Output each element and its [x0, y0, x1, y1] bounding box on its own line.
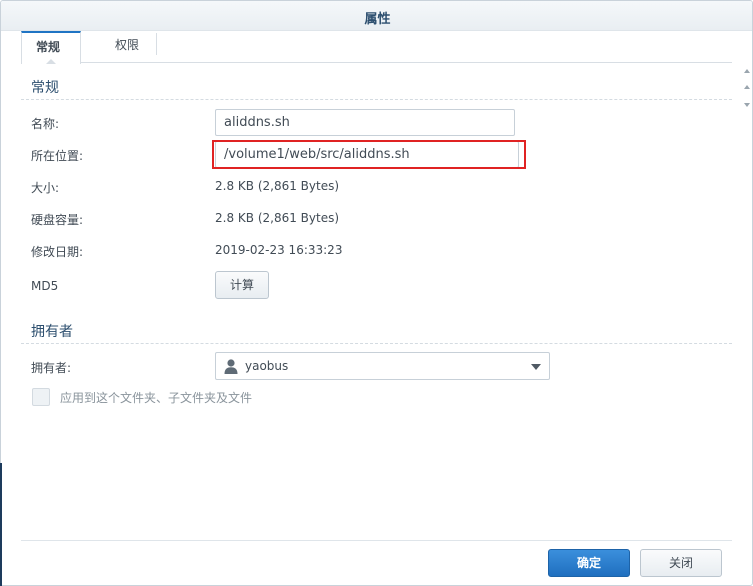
- general-section-divider: [21, 99, 732, 100]
- scrollbar-arrows-icon: [744, 69, 750, 107]
- tab-general[interactable]: 常规: [21, 31, 81, 64]
- modified-date-label: 修改日期:: [31, 245, 84, 259]
- tab-bar: 常规 权限: [21, 31, 732, 64]
- tab-permissions-label: 权限: [115, 38, 140, 52]
- owner-select-value: yaobus: [245, 359, 289, 373]
- general-section-title: 常规: [31, 80, 59, 96]
- owner-select[interactable]: yaobus: [215, 352, 550, 380]
- ok-button[interactable]: 确定: [548, 549, 630, 577]
- size-value: 2.8 KB (2,861 Bytes): [215, 179, 340, 193]
- window-edge: [0, 463, 2, 586]
- location-field[interactable]: /volume1/web/src/aliddns.sh: [215, 141, 519, 168]
- disk-usage-label: 硬盘容量:: [31, 213, 84, 227]
- size-label: 大小:: [31, 181, 60, 195]
- md5-label: MD5: [31, 279, 59, 293]
- disk-usage-value: 2.8 KB (2,861 Bytes): [215, 211, 340, 225]
- apply-recursively-label: 应用到这个文件夹、子文件夹及文件: [60, 391, 253, 405]
- tab-divider: [156, 33, 157, 55]
- modified-date-value: 2019-02-23 16:33:23: [215, 243, 343, 257]
- scrollbar[interactable]: [740, 63, 752, 123]
- name-label: 名称:: [31, 117, 60, 131]
- tab-permissions[interactable]: 权限: [101, 31, 153, 63]
- user-icon: [224, 359, 238, 374]
- owner-section-divider: [21, 343, 732, 344]
- apply-recursively-checkbox[interactable]: [32, 388, 50, 406]
- dialog-titlebar[interactable]: 属性: [1, 1, 752, 31]
- tab-general-label: 常规: [36, 40, 61, 54]
- owner-label: 拥有者:: [31, 361, 72, 375]
- calculate-md5-button[interactable]: 计算: [215, 271, 269, 299]
- location-label: 所在位置:: [31, 149, 84, 163]
- footer-divider: [21, 540, 732, 541]
- chevron-down-icon[interactable]: [531, 364, 541, 370]
- owner-section-title: 拥有者: [31, 324, 73, 340]
- active-tab-indicator: [46, 59, 56, 64]
- properties-dialog: 属性 常规 权限 常规 名称: aliddns.sh 所在位置: /volume…: [0, 0, 753, 586]
- close-button[interactable]: 关闭: [640, 549, 722, 577]
- dialog-title: 属性: [364, 12, 391, 27]
- name-field[interactable]: aliddns.sh: [215, 109, 515, 136]
